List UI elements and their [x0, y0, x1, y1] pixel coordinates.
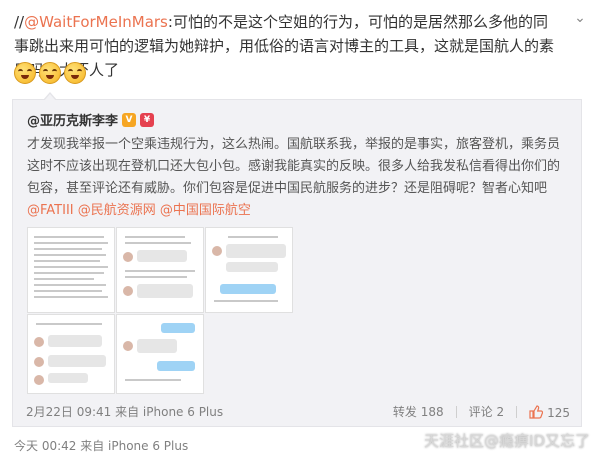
author-link[interactable]: @亚历克斯李李 — [27, 110, 118, 129]
mention-carnoc[interactable]: @民航资源网 — [78, 203, 156, 218]
like-button[interactable]: 125 — [529, 403, 570, 420]
image-thumbnail[interactable] — [27, 314, 115, 394]
post-timestamp[interactable]: 今天 00:42 来自 iPhone 6 Plus — [14, 437, 188, 454]
original-body: 才发现我举报一个空乘违规行为，这么热闹。国航联系我，举报的是事实，旅客登机，乘务… — [27, 137, 561, 196]
original-text: 才发现我举报一个空乘违规行为，这么热闹。国航联系我，举报的是事实，旅客登机，乘务… — [27, 134, 567, 222]
divider — [516, 405, 518, 418]
mention-link[interactable]: @WaitForMeInMars — [24, 13, 168, 31]
emoji-row — [14, 62, 86, 84]
shocked-face-icon — [14, 62, 36, 84]
thumbs-up-icon — [529, 405, 544, 419]
original-timestamp[interactable]: 2月22日 09:41 来自 iPhone 6 Plus — [26, 403, 223, 420]
post-text: //@WaitForMeInMars:可怕的不是这个空姐的行为，可怕的是居然那么… — [14, 10, 562, 82]
repost-button[interactable]: 转发 188 — [393, 403, 444, 420]
divider — [455, 405, 457, 418]
verified-badge-icon: V — [122, 112, 137, 127]
mention-fatiii[interactable]: @FATIII — [27, 203, 74, 218]
shocked-face-icon — [64, 62, 86, 84]
chevron-down-icon[interactable]: ⌄ — [572, 10, 588, 26]
comment-button[interactable]: 评论 2 — [469, 403, 504, 420]
image-thumbnail[interactable] — [116, 314, 204, 394]
red-envelope-badge-icon: ¥ — [140, 112, 155, 127]
reposted-weibo: @亚历克斯李李 V ¥ 才发现我举报一个空乘违规行为，这么热闹。国航联系我，举报… — [12, 92, 582, 427]
action-bar: 转发 188 评论 2 125 — [393, 403, 570, 420]
mention-air-china[interactable]: @中国国际航空 — [160, 203, 251, 218]
original-author: @亚历克斯李李 V ¥ — [27, 110, 155, 129]
post-prefix: // — [14, 13, 25, 31]
shocked-face-icon — [39, 62, 61, 84]
watermark: 天涯社区@瘾痹ID又忘了 — [424, 432, 590, 450]
image-thumbnail[interactable] — [116, 227, 204, 313]
image-thumbnail[interactable] — [205, 227, 293, 313]
like-count: 125 — [547, 406, 570, 420]
image-thumbnail[interactable] — [27, 227, 115, 313]
weibo-post: ⌄ //@WaitForMeInMars:可怕的不是这个空姐的行为，可怕的是居然… — [0, 0, 596, 458]
